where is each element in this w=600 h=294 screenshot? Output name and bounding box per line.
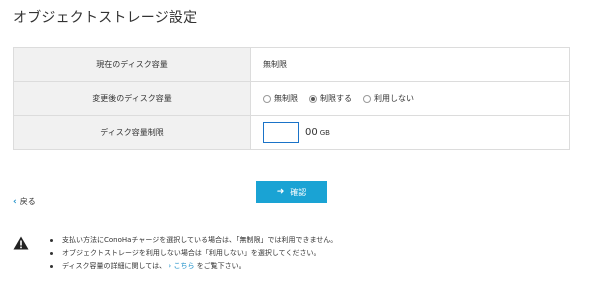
confirm-button[interactable]: ➜ 確認 xyxy=(256,181,327,203)
table-row-current-capacity: 現在のディスク容量 無制限 xyxy=(13,47,570,82)
radio-label-unlimited: 無制限 xyxy=(274,94,298,103)
confirm-label: 確認 xyxy=(290,187,307,197)
details-link[interactable]: › こちら xyxy=(168,262,196,270)
radio-option-unlimited[interactable]: 無制限 xyxy=(263,93,298,104)
notice-item-conoha-charge: 支払い方法にConoHaチャージを選択している場合は、「無制限」では利用できませ… xyxy=(48,234,337,247)
notice-list: 支払い方法にConoHaチャージを選択している場合は、「無制限」では利用できませ… xyxy=(48,234,337,273)
chevron-left-icon: ‹ xyxy=(13,196,17,207)
radio-unlimited[interactable] xyxy=(263,94,271,103)
page-title: オブジェクトストレージ設定 xyxy=(13,10,198,26)
disk-limit-suffix: 00 xyxy=(305,127,318,138)
radio-unused[interactable] xyxy=(363,94,371,103)
details-link-label: こちら xyxy=(173,262,195,270)
table-row-disk-limit: ディスク容量制限 00 GB xyxy=(13,115,570,150)
radio-label-unused: 利用しない xyxy=(374,94,414,103)
notice-text-2: オブジェクトストレージを利用しない場合は「利用しない」を選択してください。 xyxy=(62,249,321,257)
back-link[interactable]: ‹ 戻る xyxy=(13,196,36,207)
notice-item-details: ディスク容量の詳細に関しては、 › こちら をご覧下さい。 xyxy=(48,260,337,273)
notice-text-3-suffix: をご覧下さい。 xyxy=(196,262,246,270)
settings-table: 現在のディスク容量 無制限 変更後のディスク容量 無制限 制限する 利用しない xyxy=(13,47,570,150)
back-label: 戻る xyxy=(19,197,36,206)
radio-label-limit: 制限する xyxy=(320,94,352,103)
disk-limit-row: 00 GB xyxy=(263,122,569,143)
new-capacity-options: 無制限 制限する 利用しない xyxy=(250,81,570,116)
current-capacity-label: 現在のディスク容量 xyxy=(13,47,251,82)
new-capacity-label: 変更後のディスク容量 xyxy=(13,81,251,116)
radio-option-unused[interactable]: 利用しない xyxy=(363,93,414,104)
current-capacity-value: 無制限 xyxy=(250,47,570,82)
radio-option-limit[interactable]: 制限する xyxy=(309,93,352,104)
warning-icon xyxy=(13,236,29,250)
disk-limit-input[interactable] xyxy=(263,122,299,143)
notice-text-3-prefix: ディスク容量の詳細に関しては、 xyxy=(62,262,167,270)
notice-item-unused: オブジェクトストレージを利用しない場合は「利用しない」を選択してください。 xyxy=(48,247,337,260)
capacity-radio-group: 無制限 制限する 利用しない xyxy=(263,93,569,104)
disk-limit-label: ディスク容量制限 xyxy=(13,115,251,150)
disk-limit-unit: GB xyxy=(319,128,330,137)
chevron-right-icon: › xyxy=(168,262,172,270)
notice-text-1: 支払い方法にConoHaチャージを選択している場合は、「無制限」では利用できませ… xyxy=(62,236,338,244)
arrow-right-icon: ➜ xyxy=(276,187,285,197)
radio-limit[interactable] xyxy=(309,94,317,103)
disk-limit-cell: 00 GB xyxy=(250,115,570,150)
table-row-new-capacity: 変更後のディスク容量 無制限 制限する 利用しない xyxy=(13,81,570,116)
